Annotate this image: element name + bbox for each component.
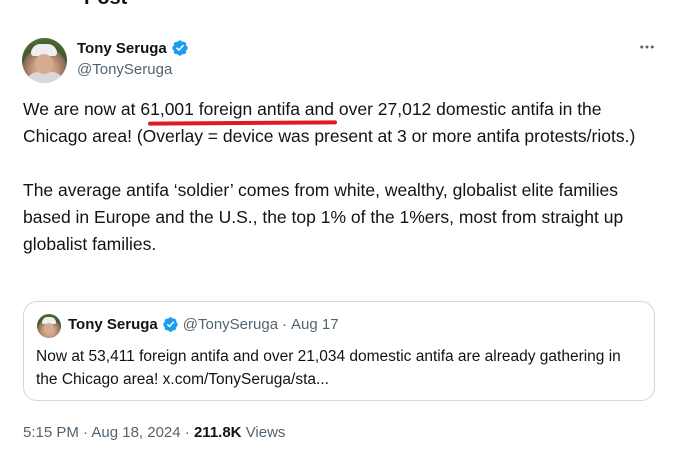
tweet-meta: 5:15 PM · Aug 18, 2024 · 211.8K Views	[23, 424, 285, 441]
quoted-tweet-card[interactable]: Tony Seruga @TonySeruga · Aug 17 Now at …	[23, 301, 655, 401]
tweet-timestamp[interactable]: 5:15 PM · Aug 18, 2024	[23, 424, 181, 441]
more-options-icon	[640, 45, 654, 49]
author-block: Tony Seruga @TonySeruga	[77, 38, 189, 78]
page-header-title: Post	[84, 0, 127, 8]
quote-text: Now at 53,411 foreign antifa and over 21…	[36, 348, 621, 388]
quote-author-handle[interactable]: @TonySeruga	[183, 316, 278, 333]
tweet-body: We are now at 61,001 foreign antifa and …	[23, 96, 668, 258]
quote-separator: ·	[282, 316, 288, 333]
quote-avatar[interactable]	[37, 314, 61, 338]
quote-date[interactable]: Aug 17	[291, 316, 339, 333]
verified-badge-icon	[172, 40, 188, 56]
avatar[interactable]	[22, 38, 67, 83]
verified-badge-icon	[162, 317, 178, 332]
quote-author-name[interactable]: Tony Seruga	[68, 316, 158, 333]
tweet-paragraph: We are now at 61,001 foreign antifa and …	[23, 99, 636, 146]
author-name[interactable]: Tony Seruga	[77, 40, 167, 57]
meta-separator: ·	[184, 424, 190, 441]
tweet-paragraph: The average antifa ‘soldier’ comes from …	[23, 180, 624, 254]
tweet-detail-page: Post Tony Seruga @TonySeruga We are now …	[0, 0, 685, 455]
author-handle[interactable]: @TonySeruga	[77, 61, 189, 78]
more-options-button[interactable]	[636, 36, 658, 58]
views-count: 211.8K	[193, 424, 242, 441]
quote-header: Tony Seruga @TonySeruga · Aug 17	[68, 316, 339, 333]
views-label: Views	[245, 424, 286, 441]
